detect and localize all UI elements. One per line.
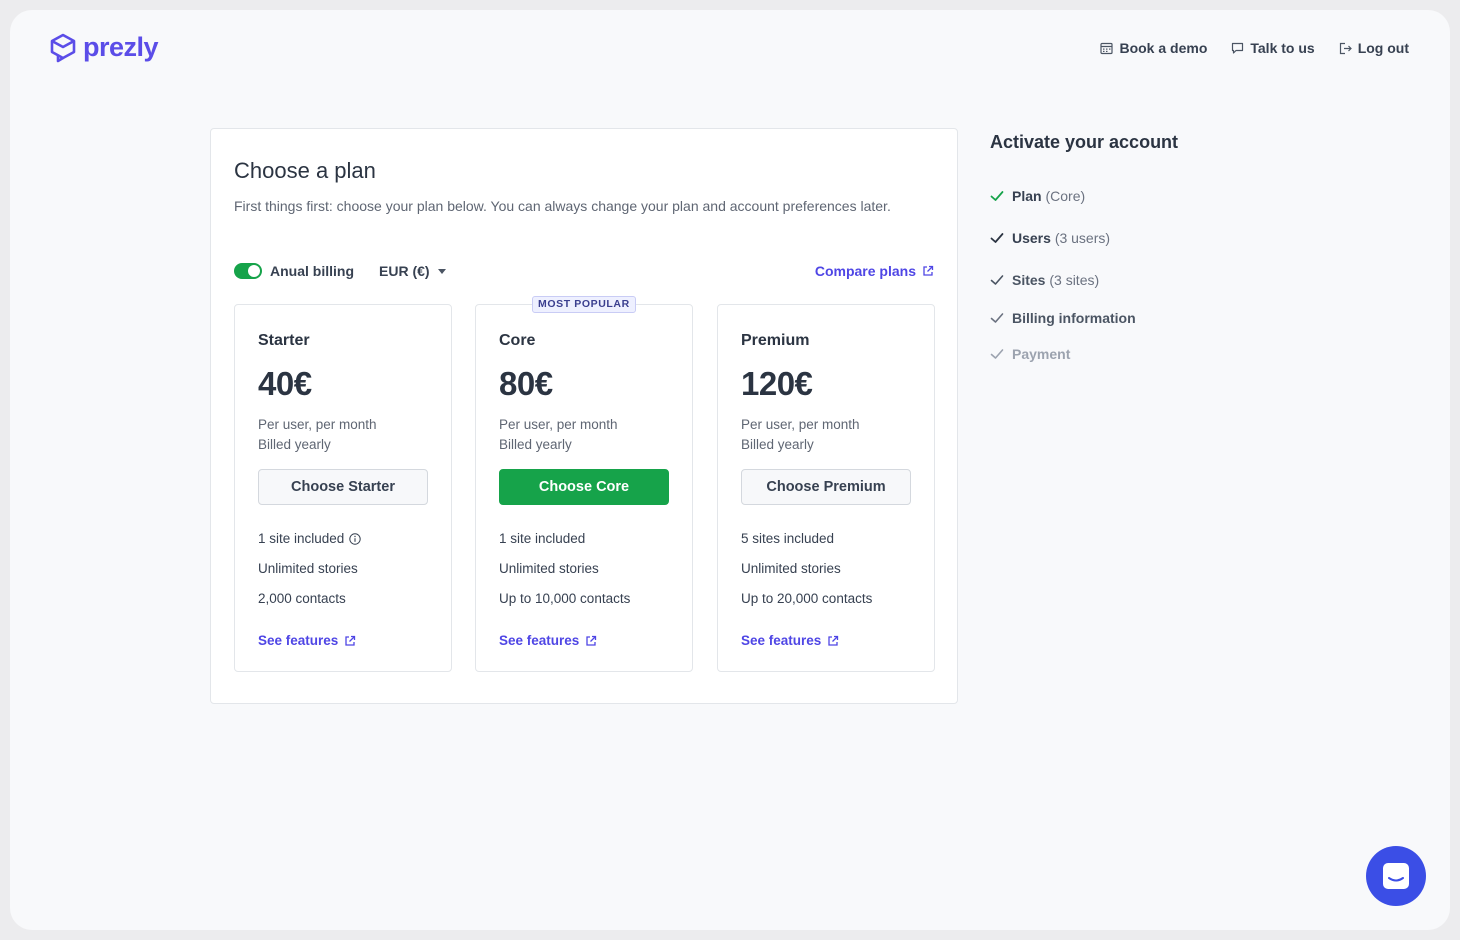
info-icon[interactable] [349,532,362,545]
choose-plan-card: Choose a plan First things first: choose… [210,128,958,704]
see-features-label: See features [741,633,822,648]
logout-icon [1339,42,1352,54]
step-sub: (3 users) [1054,230,1111,246]
most-popular-badge: MOST POPULAR [532,296,636,313]
book-demo-link[interactable]: Book a demo [1100,40,1207,56]
prezly-logo-icon [50,33,76,62]
choose-premium-button[interactable]: Choose Premium [741,469,911,505]
see-features-link[interactable]: See features [499,633,597,648]
step-plan[interactable]: Plan (Core) [990,188,1085,204]
external-link-icon [828,635,839,646]
check-icon [990,233,1004,243]
plan-card-premium: Premium 120€ Per user, per month Billed … [717,304,935,672]
page-title: Choose a plan [234,158,376,183]
external-link-icon [345,635,356,646]
plan-billing-info: Per user, per month Billed yearly [258,415,377,455]
check-icon [990,313,1004,323]
check-icon [990,275,1004,285]
choose-core-button[interactable]: Choose Core [499,469,669,505]
choose-starter-button[interactable]: Choose Starter [258,469,428,505]
book-demo-label: Book a demo [1119,40,1208,56]
app-frame: prezly Book a demo Talk to us Log out Ch… [10,10,1450,930]
plan-billing-info: Per user, per month Billed yearly [741,415,860,455]
compare-plans-link[interactable]: Compare plans [815,263,934,279]
feature-item: Unlimited stories [499,561,599,576]
external-link-icon [586,635,597,646]
prezly-logo[interactable]: prezly [49,32,159,63]
currency-select[interactable]: EUR (€) [379,263,446,279]
feature-item: Unlimited stories [741,561,841,576]
feature-item: 1 site included [499,531,586,546]
plan-per-text: Per user, per month [741,417,860,432]
step-sub: (Core) [1045,188,1086,204]
plan-per-text: Per user, per month [258,417,377,432]
feature-item: Up to 10,000 contacts [499,591,631,606]
feature-item: Up to 20,000 contacts [741,591,873,606]
talk-to-us-label: Talk to us [1250,40,1315,56]
feature-text: 1 site included [258,531,345,546]
intro-text: First things first: choose your plan bel… [234,198,891,214]
logout-link[interactable]: Log out [1339,40,1409,56]
plan-billed-text: Billed yearly [258,437,331,452]
top-nav: Book a demo Talk to us Log out [1100,40,1409,56]
step-label: Plan [1012,188,1042,204]
logo-text: prezly [83,32,159,62]
plan-billed-text: Billed yearly [741,437,814,452]
feature-item: 2,000 contacts [258,591,346,606]
activation-title: Activate your account [990,132,1179,152]
chevron-down-icon [437,268,446,274]
see-features-label: See features [499,633,580,648]
plan-billing-info: Per user, per month Billed yearly [499,415,618,455]
plan-name: Premium [741,332,810,349]
chat-bubble-icon [1232,42,1244,54]
logout-label: Log out [1357,40,1409,56]
activation-steps: Activate your account Plan (Core) Users … [990,132,1179,362]
plan-price: 80€ [499,365,553,402]
step-users[interactable]: Users (3 users) [990,230,1110,246]
calendar-icon [1100,42,1114,54]
plan-price: 120€ [741,365,813,402]
see-features-link[interactable]: See features [258,633,356,648]
see-features-link[interactable]: See features [741,633,839,648]
plan-card-starter: Starter 40€ Per user, per month Billed y… [234,304,452,672]
step-billing-information[interactable]: Billing information [990,310,1136,326]
see-features-label: See features [258,633,339,648]
talk-to-us-link[interactable]: Talk to us [1231,40,1315,56]
step-label: Payment [1012,346,1071,362]
billing-row: Anual billing EUR (€) Compare plans [234,261,934,281]
feature-item: 5 sites included [741,531,835,546]
check-icon [990,349,1004,359]
currency-value: EUR (€) [379,263,430,279]
chat-launcher-button[interactable] [1366,846,1426,906]
step-sub: (3 sites) [1049,272,1100,288]
plan-per-text: Per user, per month [499,417,618,432]
messenger-icon [1383,863,1409,889]
step-payment[interactable]: Payment [990,346,1070,362]
step-label: Billing information [1012,310,1136,326]
annual-billing-label: Anual billing [270,263,354,279]
feature-item: Unlimited stories [258,561,358,576]
compare-plans-label: Compare plans [814,263,916,279]
plan-name: Core [499,332,536,349]
plan-card-core: MOST POPULAR Core 80€ Per user, per mont… [475,296,693,672]
external-link-icon [923,265,934,276]
check-icon [990,191,1004,201]
plan-billed-text: Billed yearly [499,437,572,452]
step-sites[interactable]: Sites (3 sites) [990,272,1099,288]
step-label: Sites [1012,272,1046,288]
plan-name: Starter [258,332,310,349]
plan-price: 40€ [258,365,312,402]
annual-billing-toggle[interactable] [234,263,262,279]
step-label: Users [1012,230,1051,246]
feature-item: 1 site included [258,531,362,546]
